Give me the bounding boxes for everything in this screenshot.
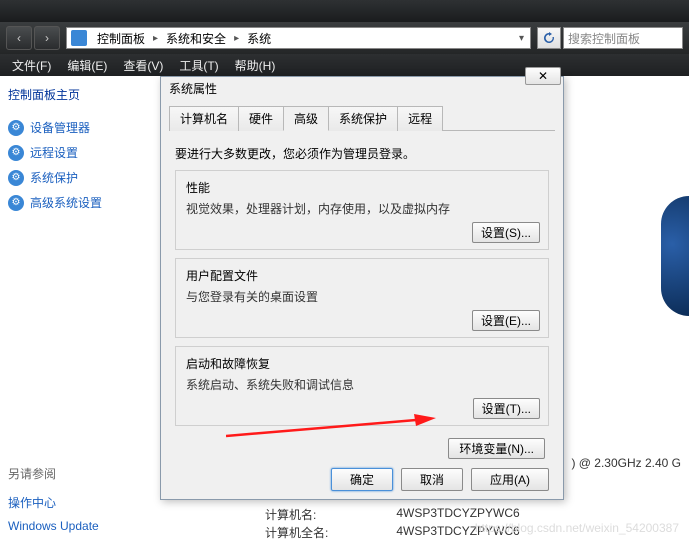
dialog-title: 系统属性 xyxy=(169,80,217,97)
menu-help[interactable]: 帮助(H) xyxy=(227,55,284,76)
dialog-title-bar: 系统属性 ✕ xyxy=(161,77,563,99)
sidebar-action-center[interactable]: 操作中心 xyxy=(8,490,147,515)
sidebar-windows-update[interactable]: Windows Update xyxy=(8,515,147,537)
profile-title: 用户配置文件 xyxy=(186,267,538,284)
menu-view[interactable]: 查看(V) xyxy=(115,55,171,76)
startup-desc: 系统启动、系统失败和调试信息 xyxy=(186,376,538,393)
refresh-icon xyxy=(543,32,555,44)
close-button[interactable]: ✕ xyxy=(525,67,561,85)
tab-hardware[interactable]: 硬件 xyxy=(238,106,284,131)
tab-computer-name[interactable]: 计算机名 xyxy=(169,106,239,131)
full-name-label: 计算机全名: xyxy=(265,524,328,541)
perf-desc: 视觉效果，处理器计划，内存使用，以及虚拟内存 xyxy=(186,200,538,217)
sidebar-item-label: 高级系统设置 xyxy=(30,194,102,211)
chevron-right-icon: ▸ xyxy=(151,33,160,44)
search-input[interactable]: 搜索控制面板 xyxy=(563,27,683,49)
see-also-label: 另请参阅 xyxy=(8,465,147,482)
sidebar-item-device-manager[interactable]: ⚙ 设备管理器 xyxy=(8,115,147,140)
forward-button[interactable]: › xyxy=(34,26,60,50)
dialog-body: 要进行大多数更改，您必须作为管理员登录。 性能 视觉效果，处理器计划，内存使用，… xyxy=(161,131,563,444)
nav-bar: ‹ › 控制面板 ▸ 系统和安全 ▸ 系统 ▾ 搜索控制面板 xyxy=(0,22,689,54)
tab-remote[interactable]: 远程 xyxy=(397,106,443,131)
breadcrumb-system[interactable]: 系统 xyxy=(241,29,277,48)
profile-desc: 与您登录有关的桌面设置 xyxy=(186,288,538,305)
menu-bar: 文件(F) 编辑(E) 查看(V) 工具(T) 帮助(H) xyxy=(0,54,689,76)
gear-icon: ⚙ xyxy=(8,120,24,136)
gear-icon: ⚙ xyxy=(8,145,24,161)
cpu-info: ) @ 2.30GHz 2.40 G xyxy=(571,456,681,470)
sidebar-item-label: 远程设置 xyxy=(30,144,78,161)
startup-settings-button[interactable]: 设置(T)... xyxy=(473,398,540,419)
tab-strip: 计算机名 硬件 高级 系统保护 远程 xyxy=(169,105,555,131)
cancel-button[interactable]: 取消 xyxy=(401,468,463,491)
sidebar-item-advanced[interactable]: ⚙ 高级系统设置 xyxy=(8,190,147,215)
gear-icon: ⚙ xyxy=(8,170,24,186)
close-icon: ✕ xyxy=(538,69,548,83)
chevron-right-icon: ▸ xyxy=(232,33,241,44)
dialog-footer: 确定 取消 应用(A) xyxy=(331,468,549,491)
sidebar-item-label: 设备管理器 xyxy=(30,119,90,136)
menu-file[interactable]: 文件(F) xyxy=(4,55,59,76)
menu-edit[interactable]: 编辑(E) xyxy=(59,55,115,76)
refresh-button[interactable] xyxy=(537,27,561,49)
sidebar-item-protection[interactable]: ⚙ 系统保护 xyxy=(8,165,147,190)
system-properties-dialog: 系统属性 ✕ 计算机名 硬件 高级 系统保护 远程 要进行大多数更改，您必须作为… xyxy=(160,76,564,500)
admin-note: 要进行大多数更改，您必须作为管理员登录。 xyxy=(175,145,549,162)
tab-advanced[interactable]: 高级 xyxy=(283,106,329,131)
back-button[interactable]: ‹ xyxy=(6,26,32,50)
sidebar: 控制面板主页 ⚙ 设备管理器 ⚙ 远程设置 ⚙ 系统保护 ⚙ 高级系统设置 另请参阅 操… xyxy=(0,76,155,541)
profile-settings-button[interactable]: 设置(E)... xyxy=(472,310,540,331)
addr-icon xyxy=(71,30,87,46)
startup-group: 启动和故障恢复 系统启动、系统失败和调试信息 设置(T)... xyxy=(175,346,549,426)
chevron-down-icon[interactable]: ▾ xyxy=(517,33,526,44)
tab-protection[interactable]: 系统保护 xyxy=(328,106,398,131)
profile-group: 用户配置文件 与您登录有关的桌面设置 设置(E)... xyxy=(175,258,549,338)
sidebar-home[interactable]: 控制面板主页 xyxy=(8,86,147,103)
sidebar-item-remote[interactable]: ⚙ 远程设置 xyxy=(8,140,147,165)
windows-logo xyxy=(661,196,689,316)
gear-icon: ⚙ xyxy=(8,195,24,211)
ok-button[interactable]: 确定 xyxy=(331,468,393,491)
sidebar-item-label: 系统保护 xyxy=(30,169,78,186)
breadcrumb-security[interactable]: 系统和安全 xyxy=(160,29,232,48)
startup-title: 启动和故障恢复 xyxy=(186,355,538,372)
apply-button[interactable]: 应用(A) xyxy=(471,468,549,491)
breadcrumb-root[interactable]: 控制面板 xyxy=(91,29,151,48)
perf-settings-button[interactable]: 设置(S)... xyxy=(472,222,540,243)
watermark: https://blog.csdn.net/weixin_54200387 xyxy=(475,521,679,535)
env-variables-button[interactable]: 环境变量(N)... xyxy=(448,438,545,459)
window-title-bar xyxy=(0,0,689,22)
address-bar[interactable]: 控制面板 ▸ 系统和安全 ▸ 系统 ▾ xyxy=(66,27,531,49)
perf-title: 性能 xyxy=(186,179,538,196)
performance-group: 性能 视觉效果，处理器计划，内存使用，以及虚拟内存 设置(S)... xyxy=(175,170,549,250)
menu-tools[interactable]: 工具(T) xyxy=(171,55,226,76)
computer-name-label: 计算机名: xyxy=(265,506,316,523)
